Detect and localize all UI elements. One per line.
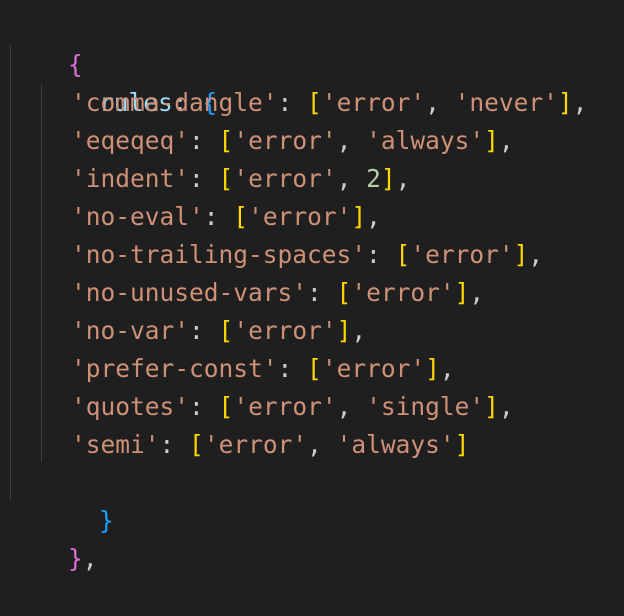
code-line-rule: 'prefer-const': ['error'],: [71, 350, 455, 388]
rule-value: 'error': [233, 316, 337, 345]
rule-key: 'indent': [71, 164, 190, 193]
array-close-bracket: ]: [336, 316, 352, 345]
array-open-bracket: [: [218, 126, 234, 155]
code-editor[interactable]: { rules: { 'comma-dangle': ['error', 'ne…: [0, 0, 624, 573]
array-close-bracket: ]: [380, 164, 396, 193]
value-separator: ,: [336, 164, 367, 193]
rule-key: 'no-unused-vars': [71, 278, 308, 307]
rule-key: 'prefer-const': [71, 354, 278, 383]
value-separator: ,: [307, 430, 337, 459]
rule-trailing-comma: ,: [498, 126, 514, 155]
rule-trailing-comma: ,: [366, 202, 381, 231]
rule-value: 'error': [233, 164, 337, 193]
array-open-bracket: [: [218, 316, 234, 345]
rule-colon: :: [189, 316, 204, 345]
array-open-bracket: [: [307, 88, 322, 117]
rule-value: 'never': [454, 88, 558, 117]
close-brace: }: [68, 544, 83, 573]
code-line-open-brace: {: [9, 8, 83, 79]
rule-trailing-comma: ,: [395, 164, 411, 193]
rule-key: 'quotes': [71, 392, 190, 421]
code-line-rule: 'indent': ['error', 2],: [71, 160, 410, 198]
rule-key: 'no-eval': [71, 202, 204, 231]
array-close-bracket: ]: [425, 354, 440, 383]
rule-colon: :: [203, 202, 219, 231]
rule-value: 'error': [351, 278, 455, 307]
rule-key: 'no-trailing-spaces': [71, 240, 367, 269]
code-line-rule: 'semi': ['error', 'always']: [71, 426, 469, 464]
rule-colon: :: [277, 354, 293, 383]
array-open-bracket: [: [233, 202, 249, 231]
rule-colon: :: [189, 164, 204, 193]
rule-trailing-comma: ,: [469, 278, 485, 307]
rule-value: 'always': [336, 430, 455, 459]
rule-value: 2: [366, 164, 381, 193]
code-line-rule: 'no-var': ['error'],: [71, 312, 366, 350]
rule-trailing-comma: ,: [498, 392, 514, 421]
rule-colon: :: [307, 278, 322, 307]
rules-close-brace: }: [99, 506, 114, 535]
code-line-rule: 'quotes': ['error', 'single'],: [71, 388, 514, 426]
array-close-bracket: ]: [454, 430, 470, 459]
array-open-bracket: [: [336, 278, 352, 307]
rule-value: 'error': [233, 126, 337, 155]
array-close-bracket: ]: [454, 278, 470, 307]
array-open-bracket: [: [395, 240, 411, 269]
rule-value: 'error': [233, 392, 337, 421]
rule-colon: :: [189, 126, 204, 155]
code-line-rules: rules: {: [40, 46, 217, 117]
rule-value: 'error': [248, 202, 352, 231]
value-separator: ,: [425, 88, 455, 117]
rule-trailing-comma: ,: [528, 240, 544, 269]
rule-value: 'error': [203, 430, 308, 459]
rule-key: 'comma-dangle': [71, 88, 278, 117]
value-separator: ,: [336, 126, 367, 155]
rule-trailing-comma: ,: [572, 88, 588, 117]
array-open-bracket: [: [307, 354, 322, 383]
value-separator: ,: [336, 392, 367, 421]
array-open-bracket: [: [218, 164, 234, 193]
rule-value: 'error': [321, 88, 426, 117]
rule-colon: :: [277, 88, 293, 117]
array-open-bracket: [: [189, 430, 204, 459]
code-line-rules-close: }: [40, 464, 114, 535]
rule-trailing-comma: ,: [439, 354, 455, 383]
code-line-rule: 'comma-dangle': ['error', 'never'],: [71, 84, 587, 122]
array-close-bracket: ]: [351, 202, 367, 231]
rule-value: 'always': [366, 126, 485, 155]
code-line-rule: 'no-eval': ['error'],: [71, 198, 381, 236]
array-close-bracket: ]: [484, 392, 499, 421]
trailing-comma: ,: [82, 544, 98, 573]
array-close-bracket: ]: [557, 88, 573, 117]
code-line-rule: 'no-unused-vars': ['error'],: [71, 274, 484, 312]
rule-value: 'single': [366, 392, 485, 421]
rule-key: 'no-var': [71, 316, 190, 345]
rule-key: 'eqeqeq': [71, 126, 190, 155]
rule-colon: :: [159, 430, 175, 459]
rule-key: 'semi': [71, 430, 160, 459]
rule-colon: :: [366, 240, 381, 269]
rule-trailing-comma: ,: [351, 316, 367, 345]
code-line-rule: 'no-trailing-spaces': ['error'],: [71, 236, 543, 274]
code-line-close-brace: },: [9, 502, 98, 573]
array-open-bracket: [: [218, 392, 234, 421]
array-close-bracket: ]: [484, 126, 499, 155]
rule-value: 'error': [410, 240, 514, 269]
array-close-bracket: ]: [513, 240, 529, 269]
rule-colon: :: [189, 392, 204, 421]
rule-value: 'error': [321, 354, 426, 383]
code-line-rule: 'eqeqeq': ['error', 'always'],: [71, 122, 514, 160]
